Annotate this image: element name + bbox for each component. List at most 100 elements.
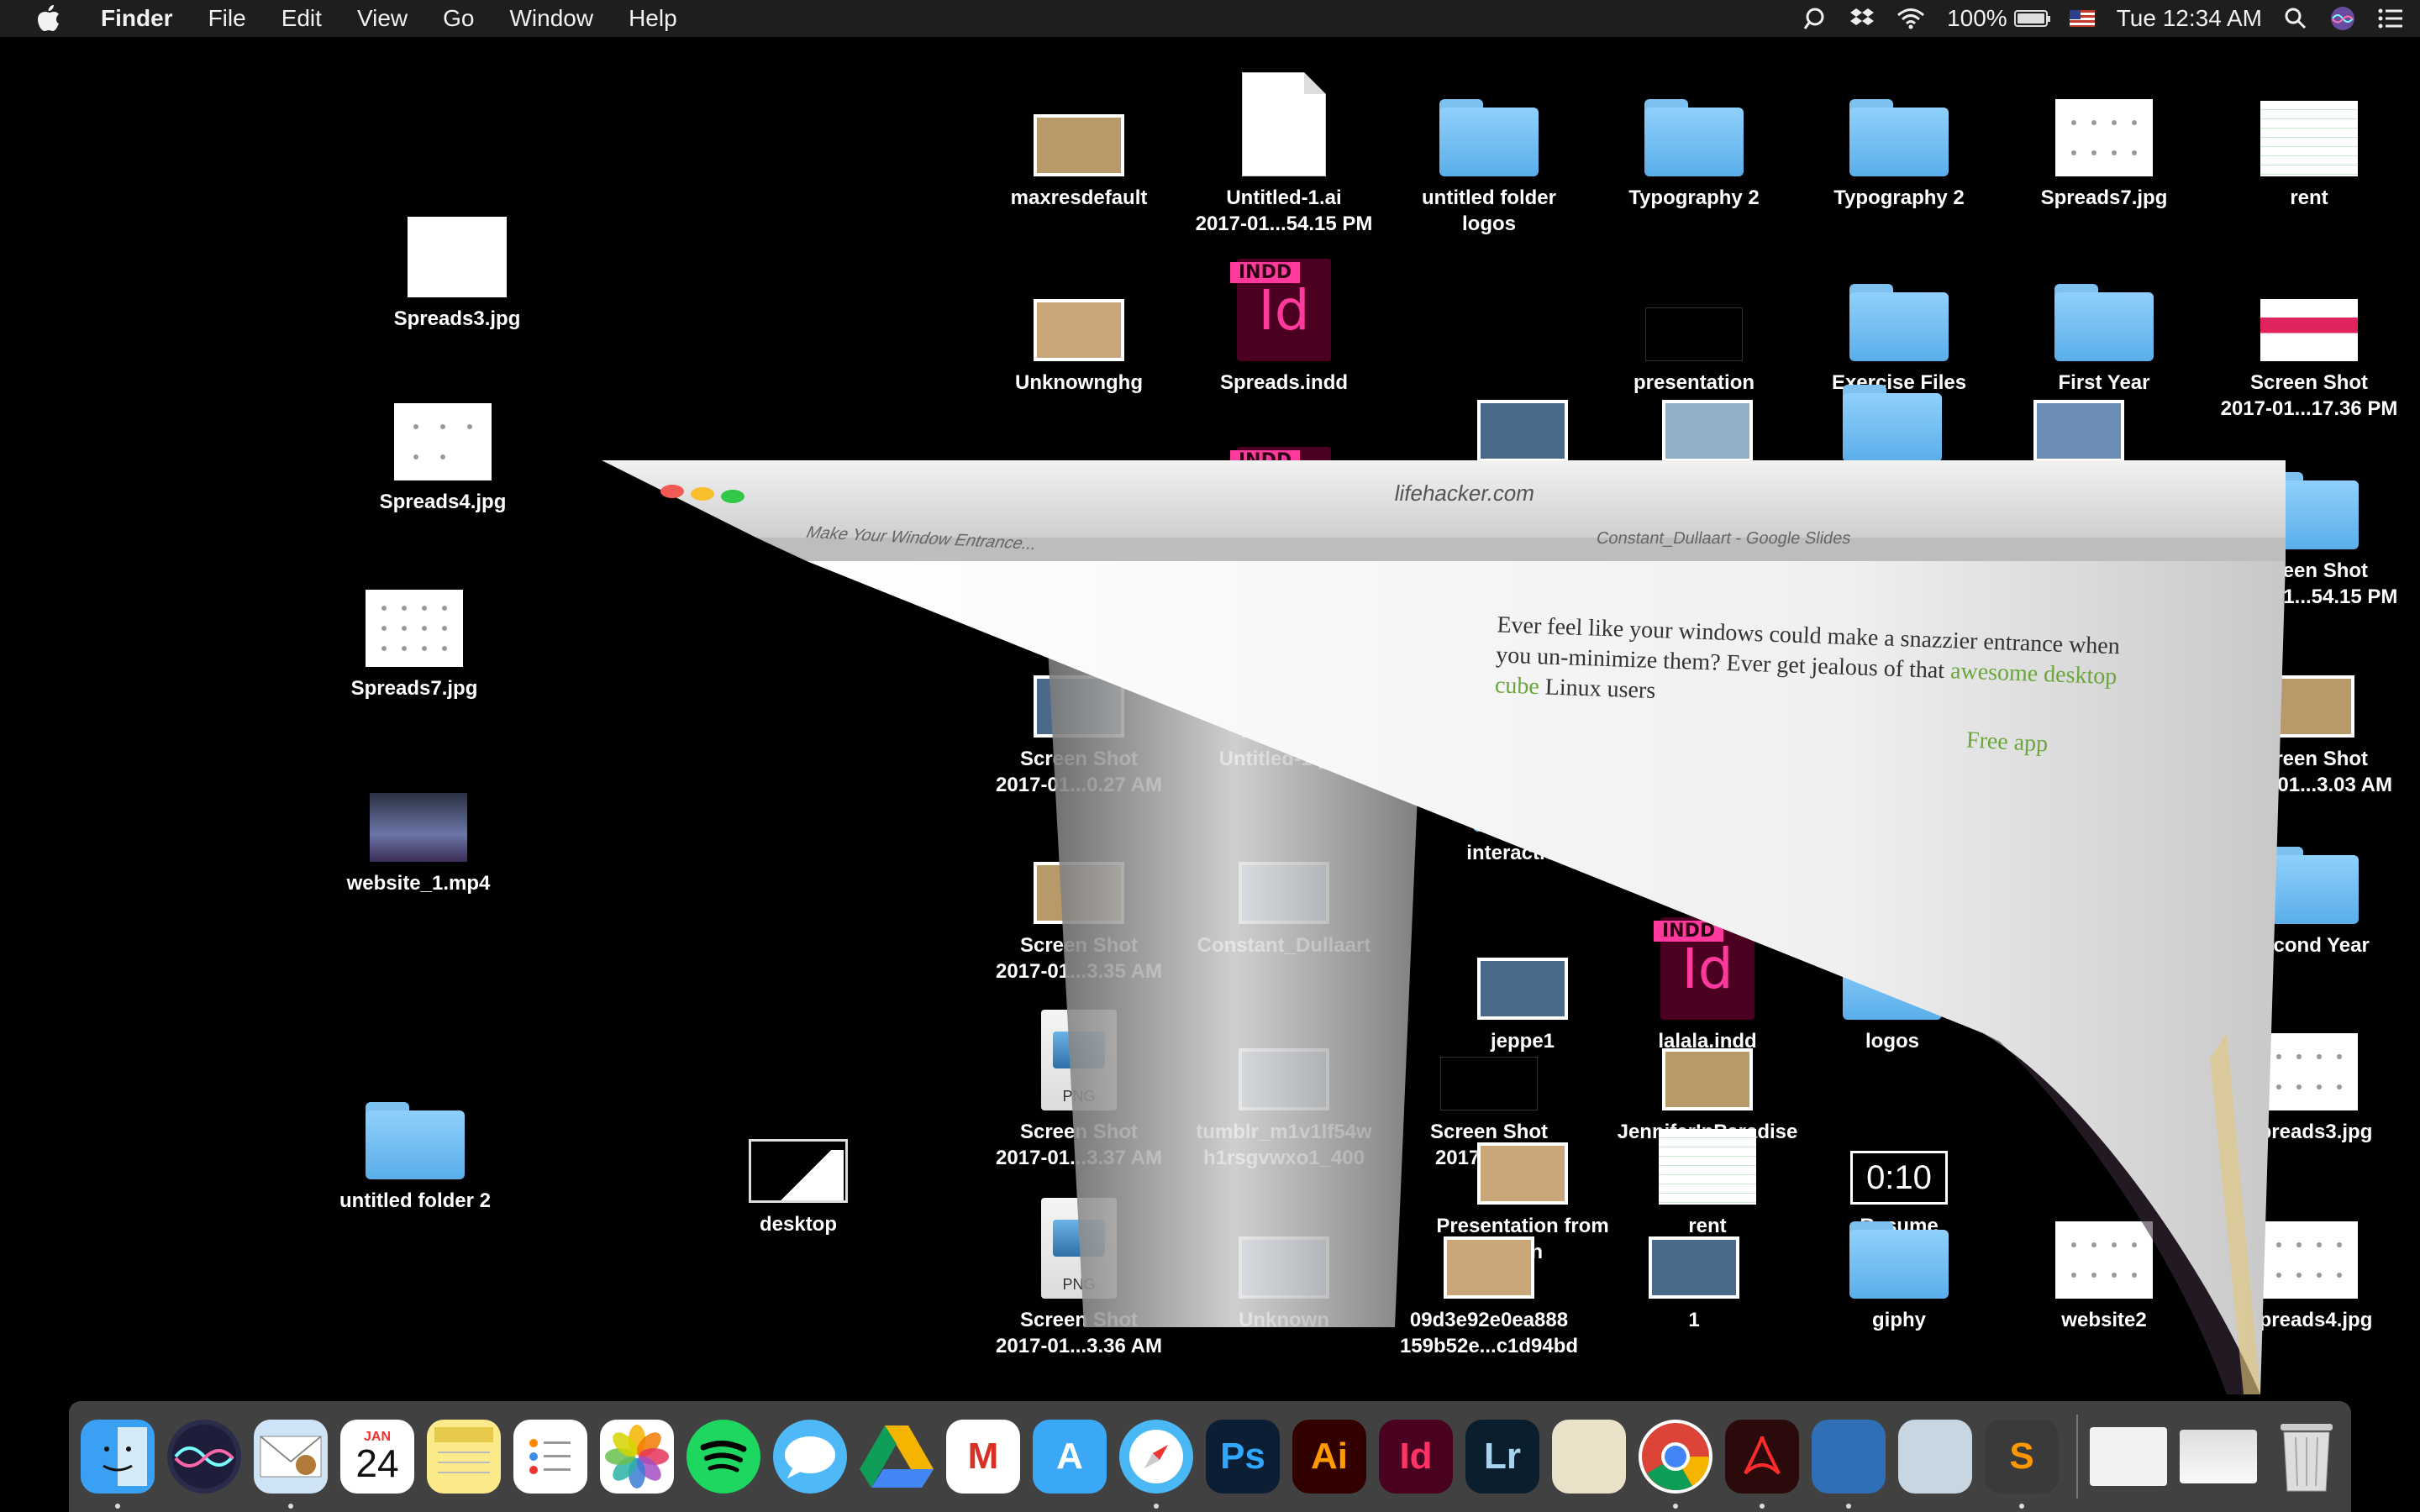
siri-icon[interactable]: [2329, 5, 2356, 32]
finder-sync-icon[interactable]: [1802, 6, 1828, 31]
battery-percent[interactable]: 100%: [1947, 5, 2007, 32]
desktop-item[interactable]: Screen Shot 2017-01...3.03 AM: [2208, 628, 2410, 798]
desktop-item[interactable]: 1: [1593, 1189, 1795, 1333]
folder-icon: [1843, 754, 1942, 832]
dock-finder-icon[interactable]: [81, 1420, 155, 1509]
menu-edit[interactable]: Edit: [264, 5, 339, 32]
desktop-item[interactable]: Second Year: [2208, 815, 2410, 958]
desktop-item[interactable]: Unknownghg: [978, 252, 1180, 396]
desktop-item[interactable]: Constant_ Dullaart_portrait: [1978, 353, 2180, 522]
desktop-item[interactable]: website2: [2003, 1189, 2205, 1333]
desktop-item[interactable]: Spreads7.jpg: [2003, 67, 2205, 211]
desktop-item[interactable]: Screen Shot 2017-01...0.27 AM: [978, 628, 1180, 798]
wifi-icon[interactable]: [1897, 8, 1925, 29]
desktop-item[interactable]: Spreads3.jpg: [2208, 1001, 2410, 1145]
desktop-item[interactable]: presentation: [1978, 911, 2180, 1054]
dock-chrome-icon[interactable]: [1639, 1420, 1712, 1509]
desktop-item-label: logos: [1865, 1030, 1919, 1053]
menu-go[interactable]: Go: [425, 5, 492, 32]
dropbox-icon[interactable]: [1849, 7, 1875, 30]
desktop-item[interactable]: PNG Screen Shot 2017-01...3.36 AM: [978, 1189, 1180, 1359]
dock-spotify-icon[interactable]: [687, 1420, 760, 1494]
menu-file[interactable]: File: [191, 5, 264, 32]
desktop-item-label: Untitled-1.ai 2017-01...54.15 PM: [1195, 186, 1373, 235]
desktop-item[interactable]: 09d3e92e0ea888 159b52e...c1d94bd: [1388, 1189, 1590, 1359]
desktop-item[interactable]: Typography 2: [1593, 67, 1795, 211]
dock-siri-icon[interactable]: [167, 1420, 241, 1494]
desktop-folder-label: untitled folder 2: [339, 1189, 491, 1212]
desktop-item-label: Constant_Dullaart: [1197, 934, 1371, 957]
desktop-item-label: untitled folder logos: [1422, 186, 1556, 235]
desktop-item[interactable]: Spreads4.jpg: [2208, 1189, 2410, 1333]
dock-image-capture-icon[interactable]: [1898, 1420, 1972, 1494]
dock-sublime-text-icon[interactable]: S: [1985, 1420, 2059, 1509]
desktop-file-spreads3[interactable]: Spreads3.jpg: [356, 210, 558, 332]
desktop-item[interactable]: Screen Shot 2017-01...17.36 PM: [2208, 252, 2410, 422]
desktop-item[interactable]: logos: [1791, 911, 1993, 1054]
desktop-item[interactable]: INDD Id Spreads.indd: [1183, 252, 1385, 396]
dock-mail-icon[interactable]: [254, 1420, 328, 1509]
desktop-item[interactable]: PNG Screen Shot 2017-01...3.37 AM: [978, 1001, 1180, 1171]
dock-calendar-icon[interactable]: JAN 24: [340, 1420, 414, 1494]
desktop-file-website-mp4[interactable]: website_1.mp4: [318, 781, 519, 896]
dock-gmail-icon[interactable]: M: [946, 1420, 1020, 1494]
trash-icon[interactable]: [2270, 1420, 2344, 1494]
article-free-app-link[interactable]: Free app: [1965, 727, 2049, 758]
desktop-item[interactable]: Ivan's photos: [1791, 722, 1993, 866]
flag-icon[interactable]: [2069, 10, 2095, 27]
desktop-file-desktop[interactable]: desktop: [697, 1122, 899, 1237]
apple-icon[interactable]: [32, 2, 66, 35]
desktop-item[interactable]: interactive1: [1422, 722, 1623, 866]
dock-safari-icon[interactable]: [1119, 1420, 1193, 1509]
desktop-item[interactable]: 09d3e92e0ea888 159b52e...c1d94bd: [1607, 353, 1808, 522]
spotlight-icon[interactable]: [2284, 7, 2307, 30]
downloads-stack-icon[interactable]: [2090, 1427, 2167, 1486]
desktop-item[interactable]: untitled folder logos: [1388, 67, 1590, 237]
dock-photoshop-icon[interactable]: Ps: [1206, 1420, 1280, 1494]
menu-help[interactable]: Help: [611, 5, 695, 32]
desktop-item[interactable]: CCA ISAP: [1791, 353, 1993, 496]
menu-window[interactable]: Window: [492, 5, 611, 32]
desktop-item[interactable]: Unknown: [1183, 1189, 1385, 1333]
desktop-item[interactable]: Typography 2: [1798, 67, 2000, 211]
dock-lightroom-icon[interactable]: Lr: [1465, 1420, 1539, 1494]
dock-preview-2-icon[interactable]: [1812, 1420, 1886, 1509]
desktop-item[interactable]: maxresdefault: [978, 67, 1180, 211]
clock[interactable]: Tue 12:34 AM: [2117, 5, 2262, 32]
desktop-file-spreads4[interactable]: Spreads4.jpg: [342, 393, 544, 515]
desktop-item[interactable]: Untitled-1.pdf: [1183, 628, 1385, 772]
desktop-item[interactable]: tumblr_m1v1lf54w h1rsgvwxo1_400: [1183, 1001, 1385, 1171]
desktop-item-label: JenniferInParadise: [1988, 842, 2170, 864]
minimized-window-icon[interactable]: [2180, 1430, 2257, 1483]
desktop-item[interactable]: giphy: [1798, 1189, 2000, 1333]
desktop-item[interactable]: Constant_Dullaart: [1183, 815, 1385, 958]
desktop-item[interactable]: rent: [2208, 67, 2410, 211]
screenshot-thumbnail-icon: [2260, 299, 2358, 361]
dock-messages-icon[interactable]: [773, 1420, 847, 1494]
desktop-item-label: 09d3e92e0ea888 159b52e...c1d94bd: [1399, 1309, 1579, 1357]
dock-google-drive-icon[interactable]: [860, 1420, 934, 1494]
notification-center-icon[interactable]: [2378, 8, 2403, 29]
desktop-folder-untitled-2[interactable]: untitled folder 2: [314, 1092, 516, 1214]
desktop-item-label: presentation: [2018, 1030, 2140, 1053]
dock-acrobat-icon[interactable]: [1725, 1420, 1799, 1509]
desktop-item[interactable]: interactive2: [1607, 722, 1808, 866]
dock-illustrator-icon[interactable]: Ai: [1292, 1420, 1366, 1494]
dock-app-store-icon[interactable]: A: [1033, 1420, 1107, 1494]
dock-photos-icon[interactable]: [600, 1420, 674, 1494]
desktop-file-spreads7[interactable]: Spreads7.jpg: [313, 580, 515, 701]
menu-view[interactable]: View: [339, 5, 425, 32]
desktop-file-label: Spreads3.jpg: [393, 307, 521, 330]
document-icon: [1242, 633, 1326, 738]
dock-reminders-icon[interactable]: [513, 1420, 587, 1494]
desktop-item[interactable]: 1: [1422, 353, 1623, 496]
dock-indesign-icon[interactable]: Id: [1379, 1420, 1453, 1494]
desktop-item[interactable]: Untitled-1.ai 2017-01...54.15 PM: [1183, 67, 1385, 237]
desktop-item[interactable]: Screen Shot 2017-01...54.15 PM: [2208, 440, 2410, 610]
desktop-item[interactable]: INDD Id Untitled-1.indd: [1183, 440, 1385, 584]
menu-app-name[interactable]: Finder: [91, 5, 191, 32]
battery-icon[interactable]: [2013, 10, 2050, 27]
dock-notes-icon[interactable]: [427, 1420, 501, 1494]
desktop-item[interactable]: Screen Shot 2017-01...3.35 AM: [978, 815, 1180, 984]
dock-preview-icon[interactable]: [1552, 1420, 1626, 1494]
